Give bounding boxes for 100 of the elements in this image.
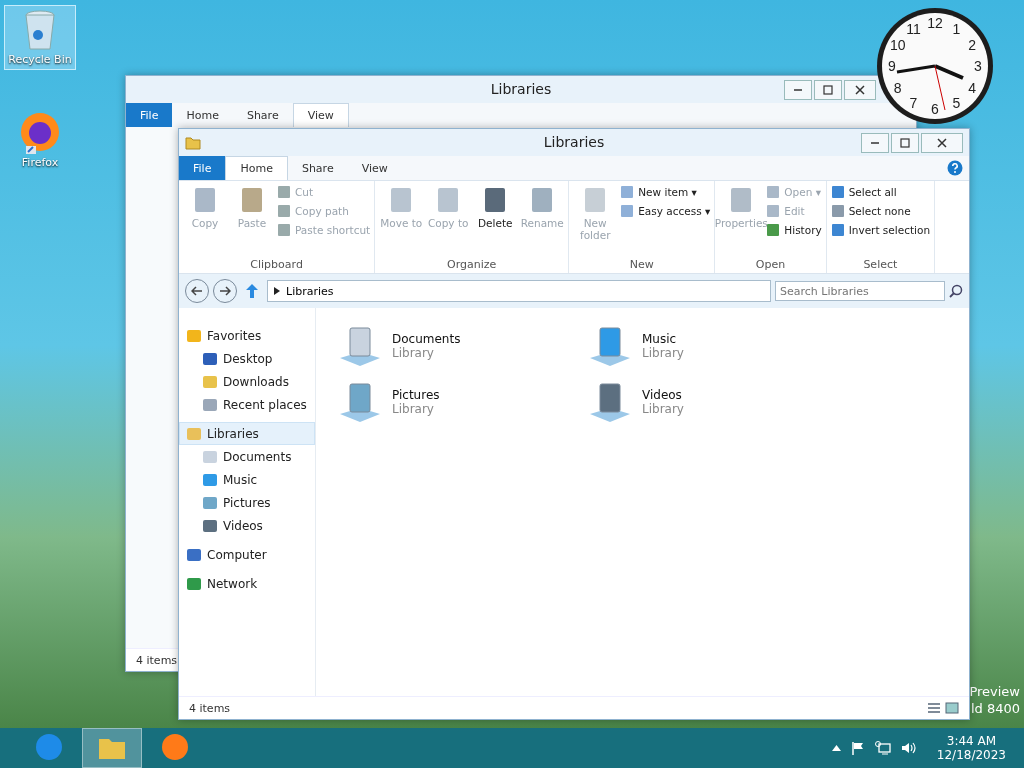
nav-item-icon [202, 350, 218, 367]
nav-item-icon [202, 471, 218, 488]
clock-numeral: 2 [968, 36, 977, 53]
nav-item[interactable]: Documents [179, 445, 315, 468]
nav-item-icon [186, 575, 202, 592]
nav-item[interactable]: Downloads [179, 370, 315, 393]
close-button[interactable] [844, 79, 876, 100]
maximize-button[interactable] [814, 79, 842, 100]
nav-item[interactable]: Recent places [179, 393, 315, 416]
ribbon-icon [766, 204, 781, 218]
address-bar[interactable]: Libraries [267, 280, 771, 302]
minimize-icon [793, 88, 803, 91]
minimize-button[interactable] [784, 79, 812, 100]
window-title: Libraries [490, 81, 552, 97]
minimize-button[interactable] [861, 132, 889, 153]
nav-item-icon [202, 448, 218, 465]
clock-numeral: 5 [952, 95, 961, 112]
group-label: Clipboard [249, 258, 304, 271]
ribbon-button[interactable]: Easy access ▾ [620, 204, 711, 218]
library-item[interactable]: Videos Library [586, 374, 836, 430]
close-icon [855, 84, 865, 95]
clock-date[interactable]: 12/18/2023 [936, 748, 1006, 762]
up-arrow-icon [245, 283, 259, 299]
clock-numeral: 4 [968, 79, 977, 96]
ribbon-tab[interactable]: File [126, 103, 173, 127]
watermark-text: Preview [969, 684, 1020, 699]
nav-item-icon [186, 425, 202, 442]
window-title: Libraries [543, 134, 605, 150]
clock-numeral: 1 [952, 20, 961, 37]
status-text: 4 items [136, 653, 178, 667]
library-item[interactable]: Pictures Library [336, 374, 586, 430]
back-arrow-icon [191, 286, 203, 296]
clock-numeral: 6 [931, 101, 939, 117]
clock-time[interactable]: 3:44 AM [946, 734, 997, 748]
ribbon-button[interactable]: History [766, 223, 822, 237]
forward-arrow-icon [219, 286, 231, 296]
group-label: Organize [446, 258, 498, 271]
speaker-icon[interactable] [900, 741, 917, 755]
ribbon-icon [277, 185, 291, 199]
nav-item[interactable]: Favorites [179, 324, 315, 347]
details-view-icon[interactable] [927, 702, 941, 714]
nav-item[interactable]: Music [179, 468, 315, 491]
nav-item-icon [186, 546, 202, 563]
nav-item-icon [202, 373, 218, 390]
maximize-button[interactable] [891, 132, 919, 153]
nav-item[interactable]: Pictures [179, 491, 315, 514]
breadcrumb-arrow-icon [274, 287, 280, 295]
clock-numeral: 11 [906, 20, 921, 37]
clock-numeral: 10 [889, 36, 906, 53]
minimize-icon [870, 141, 880, 144]
ribbon-button[interactable]: Delete [473, 185, 518, 258]
clock-numeral: 9 [888, 58, 896, 74]
ribbon-tab[interactable]: Share [232, 103, 293, 127]
help-icon[interactable] [947, 160, 963, 176]
clock-numeral: 12 [927, 15, 943, 31]
nav-item-icon [202, 517, 218, 534]
ribbon-tab[interactable]: Home [172, 103, 233, 127]
ribbon-tab[interactable]: View [292, 103, 349, 127]
ribbon-icon [277, 204, 291, 218]
ribbon-tab[interactable]: Home [225, 156, 288, 180]
nav-item-icon [186, 327, 202, 344]
large-icons-view-icon[interactable] [945, 702, 959, 714]
nav-item[interactable]: Libraries [179, 422, 315, 445]
watermark-text: ld 8400 [970, 701, 1020, 716]
network-icon[interactable] [874, 741, 891, 755]
ribbon-button[interactable]: New item ▾ [620, 185, 711, 199]
nav-item[interactable]: Computer [179, 543, 315, 566]
library-item[interactable]: Documents Library [336, 318, 586, 374]
ribbon-button[interactable]: Invert selection [830, 223, 931, 237]
clock-numeral: 7 [909, 95, 918, 112]
search-icon[interactable] [949, 284, 963, 298]
nav-item-icon [202, 494, 218, 511]
clock-numeral: 8 [893, 79, 902, 96]
maximize-icon [823, 84, 833, 95]
flag-icon[interactable] [850, 741, 865, 755]
group-label: Open [754, 258, 787, 271]
ribbon-tab[interactable]: Share [287, 156, 348, 180]
ribbon-icon [766, 223, 781, 237]
ribbon-icon [830, 204, 845, 218]
maximize-icon [900, 137, 910, 148]
ribbon-tab[interactable]: File [179, 156, 226, 180]
ribbon-icon [766, 185, 781, 199]
library-item[interactable]: Music Library [586, 318, 836, 374]
ribbon-button[interactable]: Select none [830, 204, 931, 218]
group-label: New [628, 258, 655, 271]
nav-item[interactable]: Videos [179, 514, 315, 537]
close-icon [937, 137, 947, 148]
nav-item[interactable]: Desktop [179, 347, 315, 370]
ribbon-icon [830, 185, 845, 199]
show-hidden-icons-icon[interactable] [831, 745, 841, 751]
ribbon-icon [277, 223, 291, 237]
ribbon-tab[interactable]: View [347, 156, 402, 180]
ribbon-icon [620, 204, 635, 218]
status-text: 4 items [189, 701, 231, 715]
nav-item[interactable]: Network [179, 572, 315, 595]
search-field[interactable]: Search Libraries [775, 281, 945, 301]
ribbon-icon [620, 185, 635, 199]
nav-item-icon [202, 396, 218, 413]
ribbon-button[interactable]: Select all [830, 185, 931, 199]
folder-icon [185, 135, 201, 150]
